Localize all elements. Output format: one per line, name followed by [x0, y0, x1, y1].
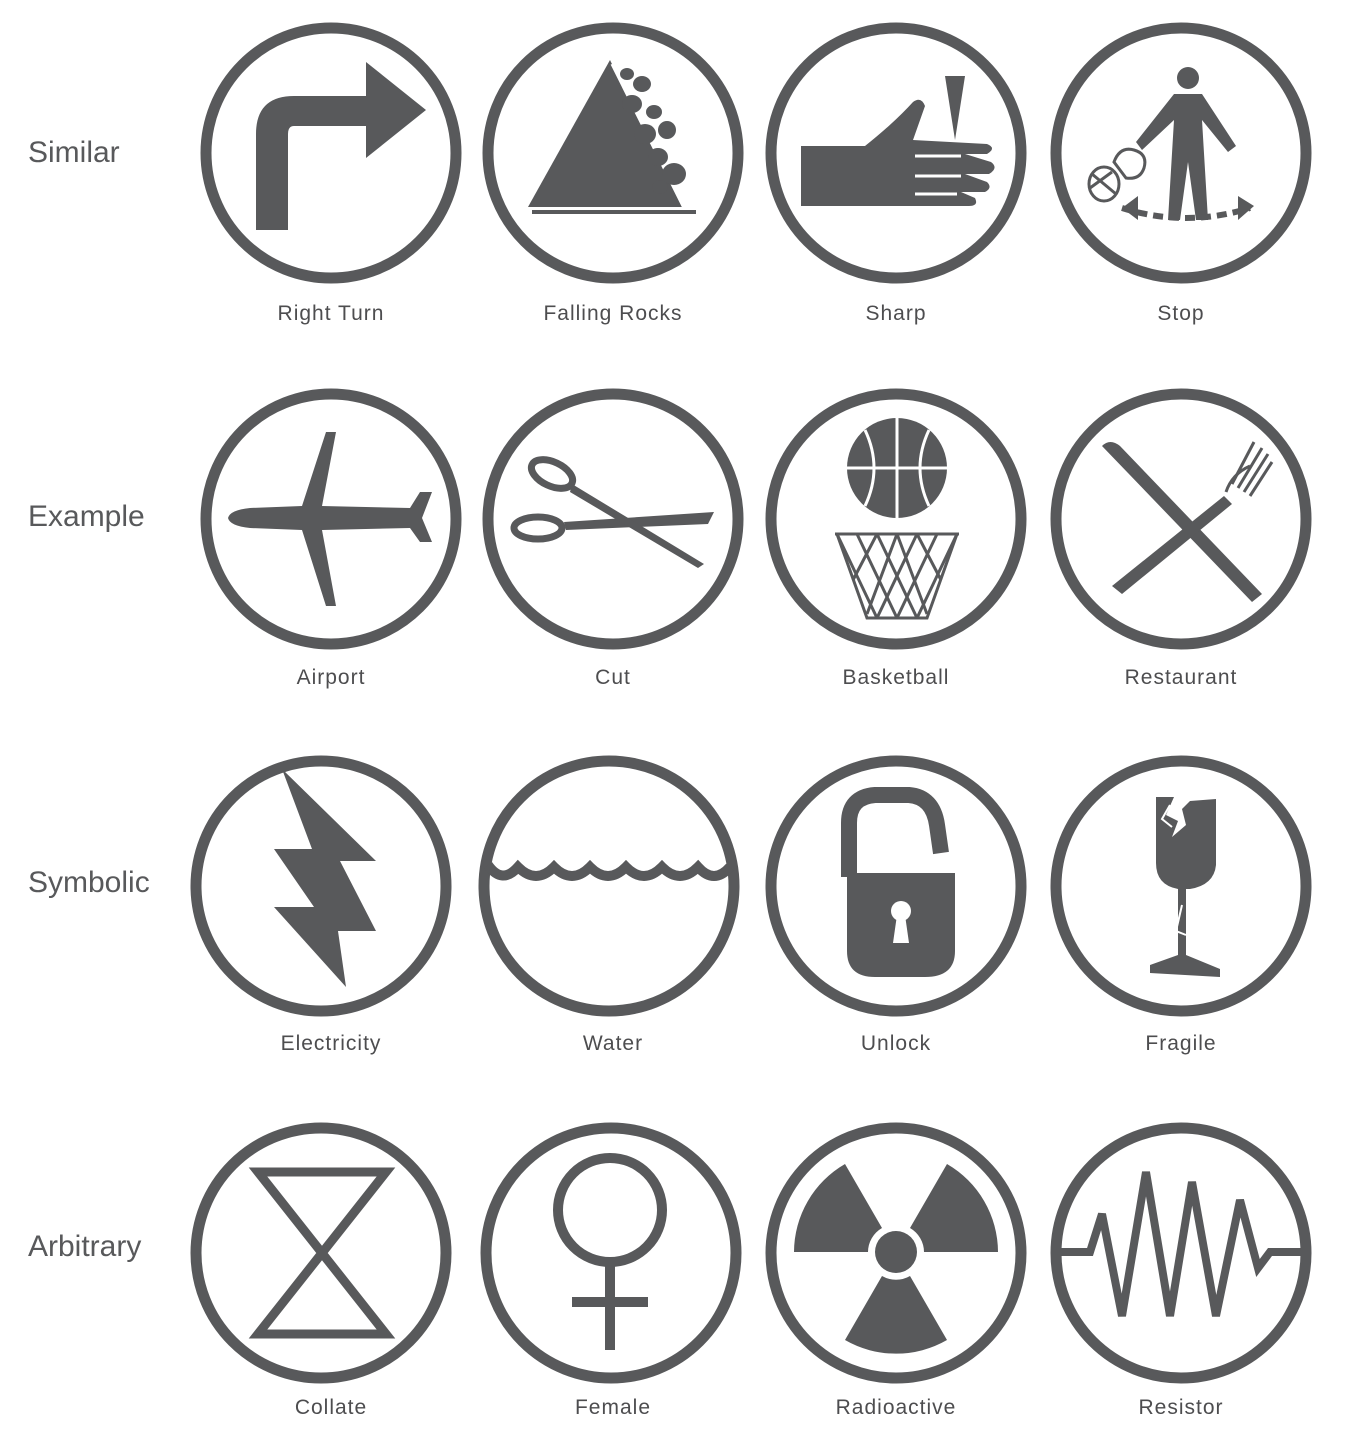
- falling-rocks-icon: [482, 22, 744, 284]
- resistor-zigzag-icon: [1050, 1122, 1312, 1384]
- caption-resistor: Resistor: [1138, 1396, 1224, 1419]
- sign-collate: [190, 1122, 452, 1384]
- water-waves-icon: [478, 755, 740, 1017]
- broken-glass-icon: [1050, 755, 1312, 1017]
- caption-water: Water: [582, 1032, 644, 1055]
- scissors-icon: [482, 388, 744, 650]
- sign-basketball: [765, 388, 1027, 650]
- caption-collate: Collate: [294, 1396, 368, 1419]
- row-label-example: Example: [28, 500, 145, 533]
- sign-falling-rocks: [482, 22, 744, 284]
- sign-radioactive: [765, 1122, 1027, 1384]
- lightning-bolt-icon: [190, 755, 452, 1017]
- caption-airport: Airport: [296, 666, 366, 689]
- airplane-icon: [200, 388, 462, 650]
- sign-airport: [200, 388, 462, 650]
- row-label-symbolic: Symbolic: [28, 866, 150, 899]
- sign-resistor: [1050, 1122, 1312, 1384]
- sign-restaurant: [1050, 388, 1312, 650]
- knife-fork-icon: [1050, 388, 1312, 650]
- row-label-arbitrary: Arbitrary: [28, 1230, 142, 1263]
- sign-electricity: [190, 755, 452, 1017]
- sign-fragile: [1050, 755, 1312, 1017]
- caption-cut: Cut: [595, 666, 631, 689]
- basketball-hoop-icon: [765, 388, 1027, 650]
- radiation-trefoil-icon: [765, 1122, 1027, 1384]
- caption-right-turn: Right Turn: [277, 302, 385, 325]
- female-symbol-icon: [480, 1122, 742, 1384]
- sign-right-turn: [200, 22, 462, 284]
- hourglass-collate-icon: [190, 1122, 452, 1384]
- caption-radioactive: Radioactive: [835, 1396, 957, 1419]
- right-turn-arrow-icon: [200, 22, 462, 284]
- sharp-hand-icon: [765, 22, 1027, 284]
- caption-stop: Stop: [1157, 302, 1205, 325]
- caption-falling-rocks: Falling Rocks: [543, 302, 683, 325]
- sign-water: [478, 755, 740, 1017]
- caption-unlock: Unlock: [860, 1032, 932, 1055]
- sign-sharp: [765, 22, 1027, 284]
- sign-female: [480, 1122, 742, 1384]
- caption-electricity: Electricity: [280, 1032, 382, 1055]
- row-label-similar: Similar: [28, 136, 120, 169]
- open-padlock-icon: [765, 755, 1027, 1017]
- sign-stop: [1050, 22, 1312, 284]
- caption-fragile: Fragile: [1145, 1032, 1217, 1055]
- sign-cut: [482, 388, 744, 650]
- caption-basketball: Basketball: [842, 666, 950, 689]
- stop-machine-icon: [1050, 22, 1312, 284]
- caption-restaurant: Restaurant: [1124, 666, 1238, 689]
- caption-sharp: Sharp: [865, 302, 927, 325]
- caption-female: Female: [574, 1396, 652, 1419]
- sign-unlock: [765, 755, 1027, 1017]
